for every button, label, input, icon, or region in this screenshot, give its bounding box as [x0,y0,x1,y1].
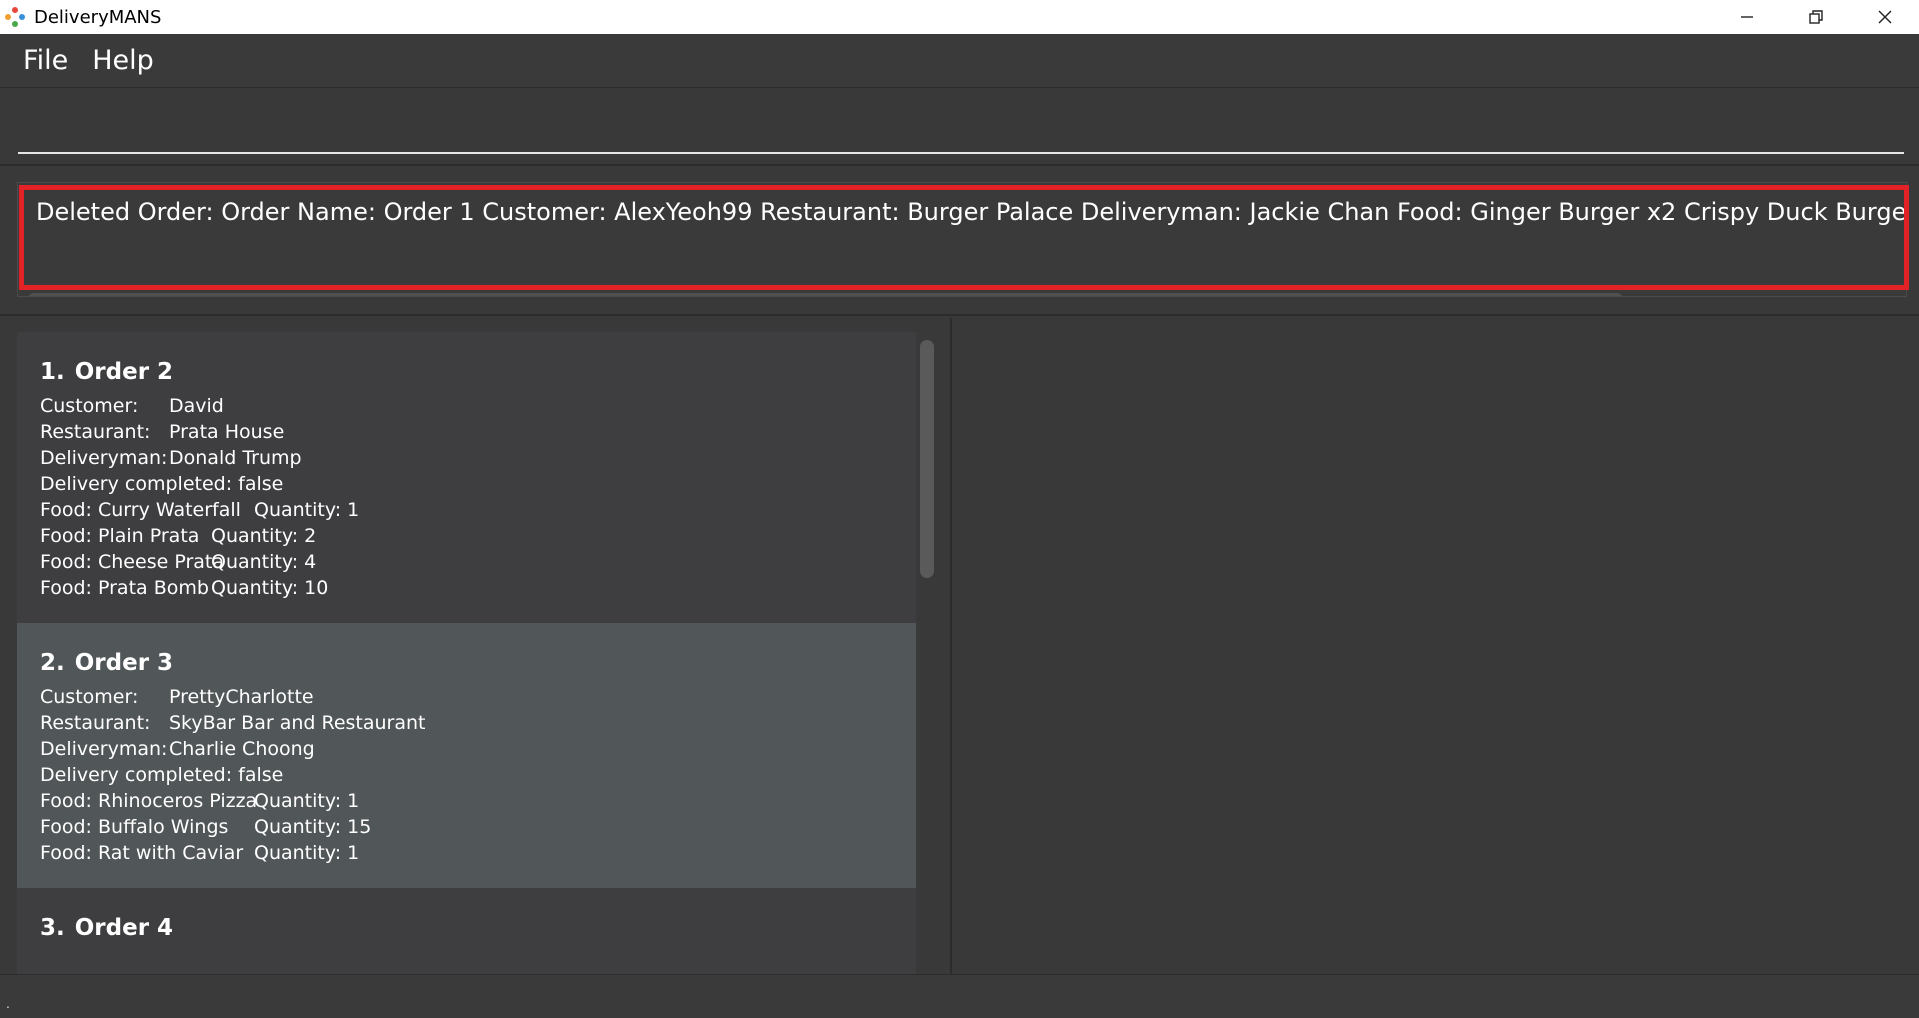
order-restaurant: Restaurant: SkyBar Bar and Restaurant [40,712,426,734]
order-card[interactable]: 1. Order 2 Customer: David Restaurant: Prat… [17,332,916,623]
food-item: Food: Cheese PrataQuantity: 4 [40,551,317,573]
food-item: Food: Rat with Caviar Quantity: 1 [40,842,360,864]
order-restaurant: Restaurant: Prata House [40,421,285,443]
order-title: 1. Order 2 [40,359,916,385]
menu-file[interactable]: File [11,45,80,76]
order-index: 3. [40,915,65,941]
minimize-icon [1740,16,1753,18]
command-box [0,88,1919,166]
order-index: 2. [40,650,65,676]
order-title: 3. Order 4 [40,915,916,941]
result-text-area[interactable]: Deleted Order: Order Name: Order 1 Custo… [17,182,1907,297]
restore-button[interactable] [1781,0,1850,34]
command-input[interactable] [18,96,1904,154]
menu-help[interactable]: Help [80,45,166,76]
restore-icon [1808,10,1823,24]
food-item: Food: Plain Prata Quantity: 2 [40,525,317,547]
food-item: Food: Prata Bomb Quantity: 10 [40,577,329,599]
order-index: 1. [40,359,65,385]
result-message: Deleted Order: Order Name: Order 1 Custo… [36,198,1907,226]
order-name: Order 3 [74,650,174,676]
window-controls [1712,0,1919,34]
menu-bar: File Help [0,34,1919,88]
order-list-scrollbar[interactable] [920,340,934,578]
close-icon [1878,10,1891,24]
order-deliveryman: Deliveryman:Donald Trump [40,447,302,469]
food-item: Food: Buffalo Wings Quantity: 15 [40,816,372,838]
status-text: . [6,995,10,1011]
window-title: DeliveryMANS [34,6,162,28]
result-horizontal-scrollbar[interactable] [28,293,1623,296]
close-button[interactable] [1850,0,1919,34]
order-completed: Delivery completed: false [40,473,284,495]
order-customer: Customer: David [40,395,224,417]
order-deliveryman: Deliveryman:Charlie Choong [40,738,315,760]
order-card-selected[interactable]: 2. Order 3 Customer: PrettyCharlotte Resta… [17,623,916,888]
minimize-button[interactable] [1712,0,1781,34]
order-card[interactable]: 3. Order 4 [17,888,916,974]
order-list-panel: 1. Order 2 Customer: David Restaurant: Prat… [0,318,952,974]
order-title: 2. Order 3 [40,650,916,676]
status-bar: . [0,974,1919,1018]
result-display: Deleted Order: Order Name: Order 1 Custo… [0,168,1919,316]
order-name: Order 4 [74,915,174,941]
food-item: Food: Curry Waterfall Quantity: 1 [40,499,360,521]
order-customer: Customer: PrettyCharlotte [40,686,314,708]
title-bar: DeliveryMANS [0,0,1919,34]
order-name: Order 2 [74,359,174,385]
food-item: Food: Rhinoceros PizzaQuantity: 1 [40,790,360,812]
detail-panel [954,318,1919,974]
order-completed: Delivery completed: false [40,764,284,786]
app-logo-icon [4,6,26,28]
